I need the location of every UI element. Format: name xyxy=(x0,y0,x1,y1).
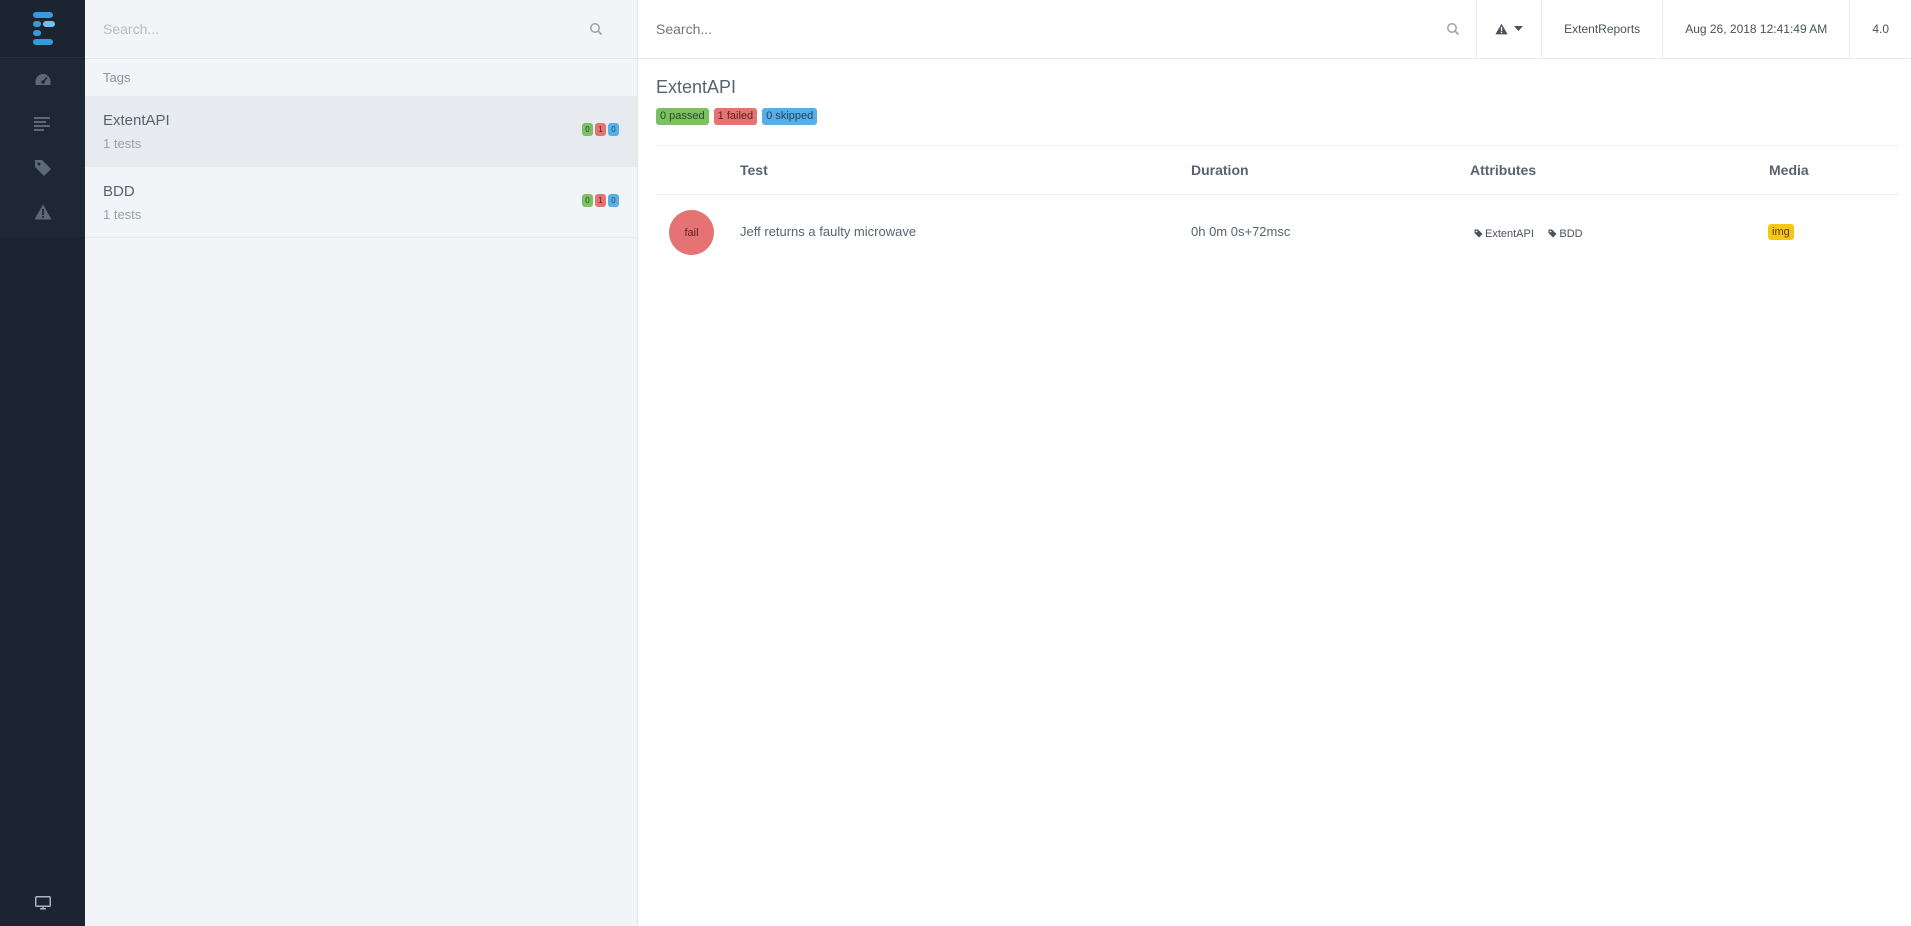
top-header: ExtentReports Aug 26, 2018 12:41:49 AM 4… xyxy=(638,0,1911,59)
list-icon xyxy=(33,117,50,131)
failed-count: 1 xyxy=(595,123,606,136)
attribute-tag[interactable]: ExtentAPI xyxy=(1474,228,1534,240)
column-attributes: Attributes xyxy=(1470,162,1537,178)
nav-dashboard[interactable] xyxy=(0,58,85,102)
nav-tags[interactable] xyxy=(0,146,85,190)
chevron-down-icon xyxy=(1514,26,1524,31)
search-icon[interactable] xyxy=(589,22,603,36)
main-search-input[interactable] xyxy=(656,21,1459,37)
version-label: 4.0 xyxy=(1849,0,1911,58)
tag-search xyxy=(85,0,637,59)
passed-count: 0 xyxy=(582,194,593,207)
nav-tests[interactable] xyxy=(0,102,85,146)
failed-count: 1 xyxy=(595,194,606,207)
test-duration: 0h 0m 0s+72msc xyxy=(1191,224,1291,239)
main-search xyxy=(638,0,1476,58)
failed-badge: 1 failed xyxy=(713,108,758,125)
status-indicator: fail xyxy=(669,210,714,255)
passed-badge: 0 passed xyxy=(656,108,709,125)
status-summary: 0 passed 1 failed 0 skipped xyxy=(656,108,1899,125)
section-label: Tags xyxy=(103,70,131,85)
monitor-icon xyxy=(34,896,51,910)
tag-item-bdd[interactable]: BDD 1 tests 0 1 0 xyxy=(85,167,637,238)
test-name-link[interactable]: Jeff returns a faulty microwave xyxy=(740,224,916,239)
nav-exceptions[interactable] xyxy=(0,190,85,234)
brand-label: ExtentReports xyxy=(1541,0,1662,58)
table-row[interactable]: fail Jeff returns a faulty microwave 0h … xyxy=(656,195,1899,267)
search-icon[interactable] xyxy=(1446,22,1460,36)
attribute-label: BDD xyxy=(1559,227,1583,240)
tag-name: ExtentAPI xyxy=(103,112,170,129)
media-badge[interactable]: img xyxy=(1768,224,1794,240)
tag-status-counts: 0 1 0 xyxy=(582,123,619,136)
tag-detail: ExtentAPI 0 passed 1 failed 0 skipped Te… xyxy=(656,59,1899,267)
column-test: Test xyxy=(740,162,768,178)
status-filter-dropdown[interactable] xyxy=(1476,0,1541,58)
attribute-label: ExtentAPI xyxy=(1485,227,1534,240)
test-attributes: ExtentAPI BDD xyxy=(1474,225,1593,243)
table-header: Test Duration Attributes Media xyxy=(656,146,1899,195)
warning-icon xyxy=(34,204,51,220)
skipped-count: 0 xyxy=(608,194,619,207)
warning-icon xyxy=(1495,23,1508,35)
column-duration: Duration xyxy=(1191,162,1249,178)
skipped-count: 0 xyxy=(608,123,619,136)
tag-list-panel: Tags ExtentAPI 1 tests 0 1 0 BDD 1 tests… xyxy=(85,0,638,926)
logo[interactable] xyxy=(0,0,85,58)
skipped-badge: 0 skipped xyxy=(762,108,818,125)
dashboard-icon xyxy=(35,74,50,85)
tag-search-input[interactable] xyxy=(103,21,619,37)
passed-count: 0 xyxy=(582,123,593,136)
column-media: Media xyxy=(1769,162,1809,178)
attribute-tag[interactable]: BDD xyxy=(1548,227,1583,240)
report-timestamp: Aug 26, 2018 12:41:49 AM xyxy=(1662,0,1849,58)
tag-icon xyxy=(1474,229,1483,238)
tag-status-counts: 0 1 0 xyxy=(582,194,619,207)
tag-test-count: 1 tests xyxy=(103,207,142,222)
tag-item-extentapi[interactable]: ExtentAPI 1 tests 0 1 0 xyxy=(85,96,637,167)
dashboard-toggle[interactable] xyxy=(0,890,85,916)
nav-list xyxy=(0,58,85,238)
page-title: ExtentAPI xyxy=(656,77,737,97)
tag-icon xyxy=(34,160,51,176)
extent-logo-icon xyxy=(32,11,55,45)
tag-test-count: 1 tests xyxy=(103,136,142,151)
icon-rail xyxy=(0,0,85,926)
tag-name: BDD xyxy=(103,183,135,200)
tag-icon xyxy=(1548,229,1557,238)
